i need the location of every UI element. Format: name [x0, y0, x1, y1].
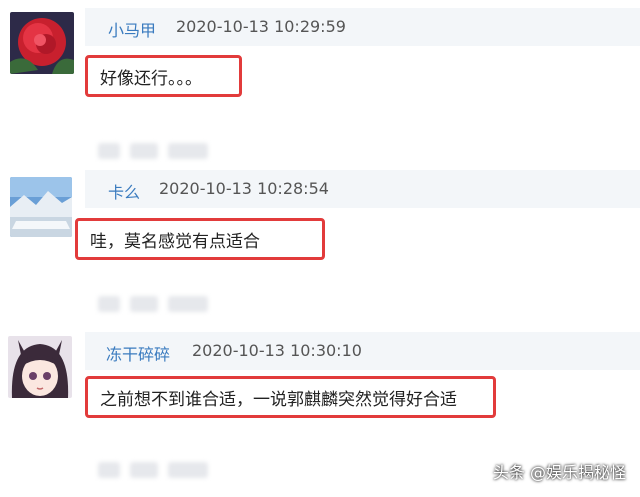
- timestamp: 2020-10-13 10:28:54: [159, 179, 329, 198]
- timestamp: 2020-10-13 10:29:59: [176, 17, 346, 36]
- comment-content: 之前想不到谁合适，一说郭麒麟突然觉得好合适: [85, 376, 496, 418]
- anime-girl-avatar-icon[interactable]: [8, 336, 72, 398]
- watermark: 头条 @娱乐揭秘怪: [492, 463, 626, 482]
- glacier-landscape-avatar-icon[interactable]: [10, 177, 72, 237]
- comment-item: 冻干碎碎 2020-10-13 10:30:10 之前想不到谁合适，一说郭麒麟突…: [0, 320, 640, 480]
- comment-actions: [98, 462, 208, 478]
- username[interactable]: 卡么: [108, 179, 140, 203]
- timestamp: 2020-10-13 10:30:10: [192, 341, 362, 360]
- comment-content: 哇，莫名感觉有点适合: [75, 218, 325, 260]
- comment-content: 好像还行。。。: [85, 55, 242, 97]
- comment-item: 卡么 2020-10-13 10:28:54 哇，莫名感觉有点适合: [0, 162, 640, 322]
- comment-text: 哇，莫名感觉有点适合: [90, 231, 260, 252]
- red-rose-avatar-icon[interactable]: [10, 12, 74, 74]
- comment-actions: [98, 143, 208, 159]
- comment-actions: [98, 296, 208, 312]
- username[interactable]: 小马甲: [108, 17, 156, 41]
- comment-header: [85, 8, 640, 46]
- comment-text: 之前想不到谁合适，一说郭麒麟突然觉得好合适: [100, 389, 457, 410]
- comment-text: 好像还行。。。: [100, 68, 202, 89]
- username[interactable]: 冻干碎碎: [106, 341, 170, 365]
- comment-item: 小马甲 2020-10-13 10:29:59 好像还行。。。: [0, 0, 640, 160]
